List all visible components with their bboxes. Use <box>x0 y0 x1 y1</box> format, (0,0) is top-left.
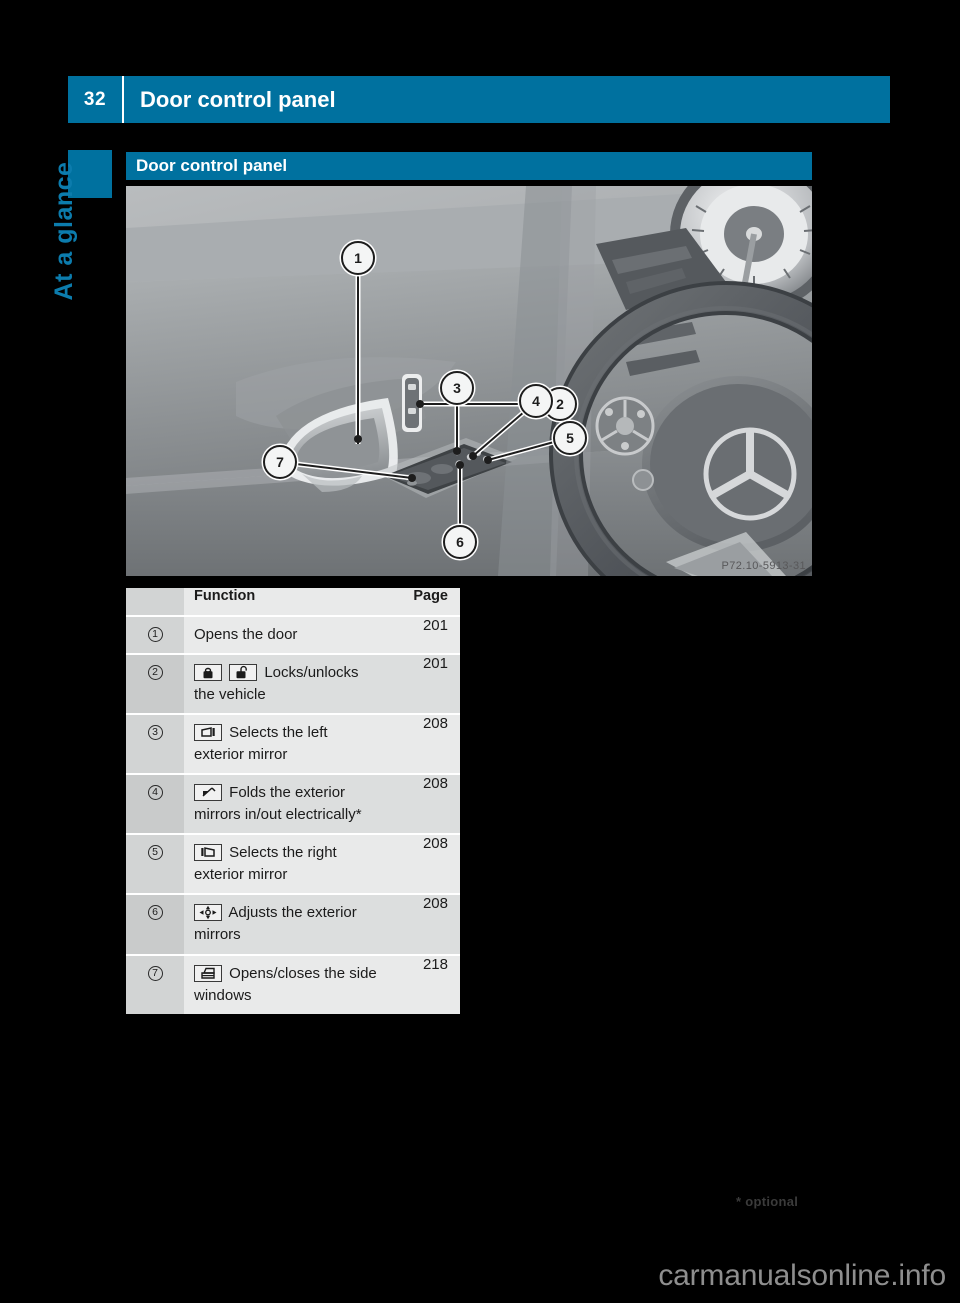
row-function-text: Opens the door <box>194 626 298 643</box>
svg-text:7: 7 <box>276 454 284 470</box>
table-row: 2 Locks/unlocks the vehicle 201 <box>126 653 460 715</box>
row-function: Opens/closes the side windows <box>184 953 386 1014</box>
optional-footnote: * optional <box>736 1194 799 1209</box>
row-callout-number: 6 <box>126 893 184 955</box>
row-callout-number: 7 <box>126 953 184 1014</box>
row-callout-number: 5 <box>126 833 184 895</box>
table-row: 4 Folds the exterior mirrors in/out elec… <box>126 773 460 835</box>
row-page[interactable]: 208 <box>386 713 460 775</box>
row-callout-number: 1 <box>126 614 184 655</box>
svg-text:5: 5 <box>566 430 574 446</box>
left-exterior-mirror-icon <box>194 724 222 742</box>
table-header-index <box>126 588 184 616</box>
callout-badge: 3 <box>147 725 163 741</box>
lock-closed-icon <box>194 664 222 682</box>
row-page[interactable]: 208 <box>386 773 460 835</box>
row-function: Opens the door <box>184 614 386 655</box>
row-page[interactable]: 208 <box>386 893 460 955</box>
fold-mirror-icon <box>194 784 222 802</box>
row-function: Locks/unlocks the vehicle <box>184 653 386 715</box>
table-header-page: Page <box>386 588 460 616</box>
section-heading-bar: Door control panel <box>126 152 812 180</box>
row-callout-number: 2 <box>126 653 184 715</box>
row-callout-number: 3 <box>126 713 184 775</box>
row-function: Selects the left exterior mirror <box>184 713 386 775</box>
row-function: Folds the exterior mirrors in/out electr… <box>184 773 386 835</box>
table-header-row: Function Page <box>126 588 460 616</box>
manual-page: 32 Door control panel At a glance Door c… <box>0 0 960 1303</box>
callout-badge: 1 <box>147 627 163 642</box>
table-row: 3 Selects the left exterior mirror 208 <box>126 713 460 775</box>
table-row: 6 Adjusts the exterior mirrors 208 <box>126 893 460 955</box>
side-window-icon <box>194 964 222 982</box>
svg-text:2: 2 <box>556 396 564 412</box>
right-exterior-mirror-icon <box>194 844 222 862</box>
row-page[interactable]: 201 <box>386 614 460 655</box>
callout-badge: 4 <box>147 785 163 801</box>
table-row: 7 Opens/closes the side windows 218 <box>126 953 460 1014</box>
row-function: Adjusts the exterior mirrors <box>184 893 386 955</box>
chapter-tab-label: At a glance <box>50 161 78 301</box>
svg-text:3: 3 <box>453 380 461 396</box>
callout-badge: 5 <box>147 845 163 861</box>
running-header: 32 Door control panel <box>68 76 890 123</box>
row-function: Selects the right exterior mirror <box>184 833 386 895</box>
svg-text:4: 4 <box>532 393 540 409</box>
illustration-reference-code: P72.10-5913-31 <box>721 560 806 572</box>
header-page-number: 32 <box>83 88 107 110</box>
site-watermark: carmanualsonline.info <box>658 1259 946 1292</box>
header-title: Door control panel <box>140 86 336 112</box>
table-row: 1 Opens the door 201 <box>126 614 460 655</box>
row-callout-number: 4 <box>126 773 184 835</box>
lock-open-icon <box>229 664 258 682</box>
row-page[interactable]: 201 <box>386 653 460 715</box>
section-title: Door control panel <box>136 156 288 175</box>
callout-badge: 2 <box>147 665 163 681</box>
table-header-function: Function <box>184 588 386 616</box>
row-page[interactable]: 208 <box>386 833 460 895</box>
door-control-panel-illustration: 1 2 3 4 5 6 7 P72.10-5913-31 <box>126 186 812 576</box>
callout-badge: 7 <box>147 965 163 981</box>
function-page-table: Function Page 1 Opens the door 201 2 Loc… <box>126 588 460 1014</box>
svg-text:1: 1 <box>354 250 362 266</box>
illustration-graphic: 1 2 3 4 5 6 7 <box>126 186 812 576</box>
svg-text:6: 6 <box>456 534 464 550</box>
callout-badge: 6 <box>147 905 163 921</box>
row-page[interactable]: 218 <box>386 953 460 1014</box>
table-row: 5 Selects the right exterior mirror 208 <box>126 833 460 895</box>
four-way-adjust-icon <box>194 904 222 922</box>
